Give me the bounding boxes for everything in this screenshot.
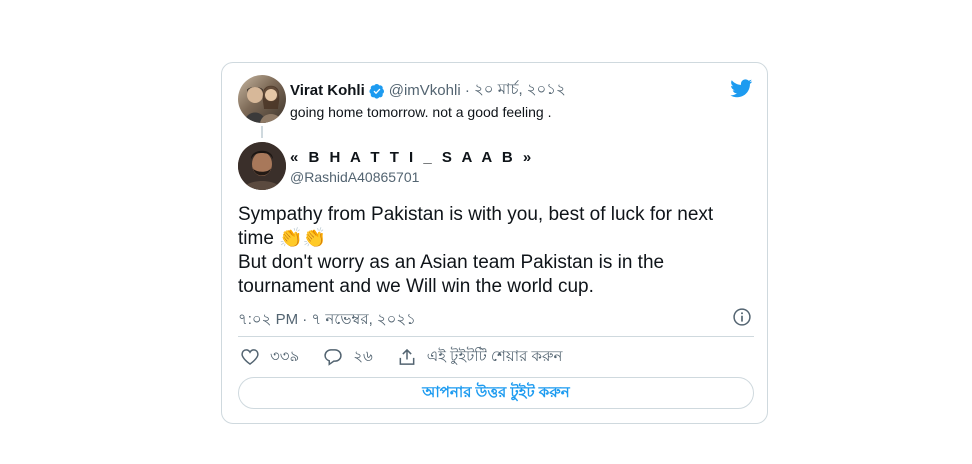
info-icon[interactable] — [732, 307, 752, 327]
reply-author-name[interactable]: « B H A T T I _ S A A B » — [290, 149, 534, 166]
like-button[interactable]: ৩৩৯ — [240, 345, 299, 370]
reply-avatar[interactable] — [238, 142, 286, 190]
like-count: ৩৩৯ — [270, 347, 300, 365]
thread-connector-line — [261, 126, 263, 138]
parent-tweet-date[interactable]: ২০ মার্চ, ২০১২ — [474, 78, 566, 103]
reply-count: ২৬ — [353, 347, 373, 365]
tweet-body-text: time — [238, 228, 274, 249]
twitter-bird-icon[interactable] — [729, 77, 754, 99]
tweet-body: Sympathy from Pakistan is with you, best… — [238, 203, 758, 299]
divider — [238, 336, 754, 337]
heart-icon — [241, 349, 259, 366]
reply-avatar-image — [238, 142, 286, 190]
tweet-body-line: Sympathy from Pakistan is with you, best… — [238, 204, 714, 225]
reply-count-button[interactable]: ২৬ — [323, 345, 373, 370]
header-separator: · — [460, 82, 475, 99]
clapping-hands-emoji: 👏👏 — [279, 228, 327, 249]
tweet-body-line: tournament and we Will win the world cup… — [238, 276, 594, 297]
comment-icon — [324, 349, 342, 366]
tweet-actions: ৩৩৯ ২৬ এই টুইটটি শেয়ার করুন — [240, 346, 586, 368]
tweet-body-line: But don't worry as an Asian team Pakista… — [238, 252, 665, 273]
tweet-timestamp[interactable]: ৭:০২ PM · ৭ নভেম্বর, ২০২১ — [238, 308, 416, 333]
tweet-embed-card: Virat Kohli @imVkohli · ২০ মার্চ, ২০১২ g… — [221, 62, 768, 424]
tweet-your-reply-button[interactable]: আপনার উত্তর টুইট করুন — [238, 377, 754, 409]
parent-tweet-text: going home tomorrow. not a good feeling … — [290, 104, 552, 120]
parent-tweet-header: Virat Kohli @imVkohli · ২০ মার্চ, ২০১২ — [290, 78, 566, 103]
parent-author-name[interactable]: Virat Kohli — [290, 82, 365, 99]
verified-badge-icon — [369, 83, 384, 99]
share-label: এই টুইটটি শেয়ার করুন — [426, 347, 563, 365]
reply-author-handle[interactable]: @RashidA40865701 — [290, 169, 419, 185]
parent-author-handle[interactable]: @imVkohli — [389, 82, 461, 99]
tweet-body-line: time 👏👏 — [238, 227, 758, 251]
share-button[interactable]: এই টুইটটি শেয়ার করুন — [397, 345, 563, 370]
parent-avatar[interactable] — [238, 75, 286, 123]
parent-avatar-image — [244, 85, 282, 123]
share-icon — [399, 348, 415, 365]
